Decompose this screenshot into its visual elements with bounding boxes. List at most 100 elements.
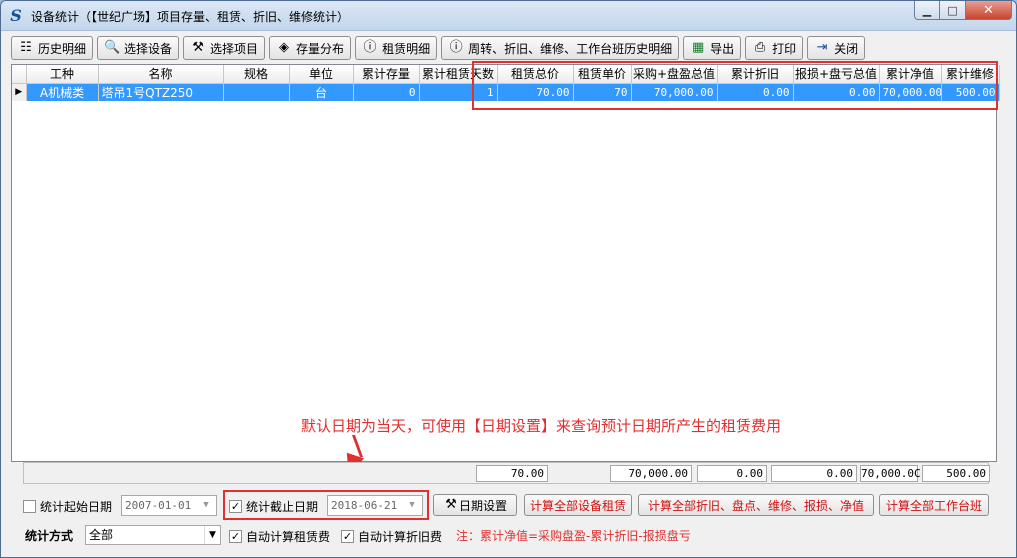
turnover-history-label: 周转、折旧、维修、工作台班历史明细 <box>468 41 673 56</box>
column-header[interactable]: 规格 <box>223 65 290 84</box>
table-cell[interactable]: 0.00 <box>793 83 880 101</box>
column-header[interactable]: 累计维修 <box>941 65 1000 84</box>
checkbox-unchecked-icon <box>23 500 36 513</box>
select-project-label: 选择项目 <box>210 41 259 56</box>
window-title: 设备统计（【世纪广场】项目存量、租赁、折旧、维修统计） <box>31 10 350 24</box>
chevron-down-icon: ▼ <box>204 526 220 544</box>
table-header-row: 工种 名称 规格 单位 累计存量 累计租赁天数 租赁总价 租赁单价 采购+盘盈总… <box>12 65 1000 84</box>
table-cell[interactable]: 0.00 <box>717 83 794 101</box>
auto-rent-label: 自动计算租赁费 <box>246 530 331 544</box>
column-header[interactable]: 租赁单价 <box>573 65 632 84</box>
total-repair: 500.00 <box>922 465 990 482</box>
total-loss: 0.00 <box>771 465 857 482</box>
stat-mode-select[interactable]: 全部 ▼ <box>85 525 221 545</box>
total-rent: 70.00 <box>476 465 548 482</box>
stat-mode-value: 全部 <box>89 528 114 542</box>
calendar-dropdown-icon[interactable]: ▼ <box>403 497 421 514</box>
table-cell[interactable]: 1 <box>419 83 498 101</box>
table-cell[interactable]: 0 <box>353 83 420 101</box>
checkbox-checked-icon: ✓ <box>341 530 354 543</box>
calendar-dropdown-icon[interactable]: ▼ <box>197 497 215 514</box>
column-header[interactable]: 累计净值 <box>879 65 942 84</box>
toolbar: ☷ 历史明细 🔍 选择设备 ⚒ 选择项目 ◈ 存量分布 ⓘ 租赁明细 ⓘ 周转、… <box>11 36 866 60</box>
table-cell[interactable]: A机械类 <box>26 83 99 101</box>
column-header[interactable]: 名称 <box>98 65 224 84</box>
checkbox-checked-icon: ✓ <box>229 530 242 543</box>
export-label: 导出 <box>710 41 735 56</box>
auto-rent-checkbox[interactable]: ✓ 自动计算租赁费 <box>229 528 330 545</box>
checkbox-checked-icon: ✓ <box>229 500 242 513</box>
options-row: 统计方式 全部 ▼ ✓ 自动计算租赁费 ✓ 自动计算折旧费 注：累计净值=采购盘… <box>21 524 1001 546</box>
table-cell[interactable]: 70 <box>573 83 632 101</box>
calc-depreciation-button[interactable]: 计算全部折旧、盘点、维修、报损、净值 <box>638 494 874 516</box>
column-header[interactable]: 累计存量 <box>353 65 420 84</box>
row-indicator-icon: ▶ <box>12 83 27 101</box>
table-cell[interactable] <box>223 83 290 101</box>
end-date-field[interactable]: 2018-06-21 ▼ <box>327 495 423 516</box>
tools-icon: ⚒ <box>192 40 204 55</box>
column-header[interactable]: 采购+盘盈总值 <box>631 65 718 84</box>
excel-icon: ▦ <box>691 40 705 55</box>
history-icon: ☷ <box>20 40 32 55</box>
column-header[interactable]: 租赁总价 <box>497 65 574 84</box>
table-row[interactable]: ▶ A机械类 塔吊1号QTZ250 台 0 1 70.00 70 70,000.… <box>12 83 1000 101</box>
close-label: 关闭 <box>834 41 859 56</box>
net-value-note: 注：累计净值=采购盘盈-累计折旧-报损盘亏 <box>456 529 691 543</box>
select-equipment-label: 选择设备 <box>124 41 173 56</box>
table-cell[interactable]: 70,000.00 <box>631 83 718 101</box>
turnover-history-button[interactable]: ⓘ 周转、折旧、维修、工作台班历史明细 <box>441 36 680 60</box>
close-button[interactable]: ⇥ 关闭 <box>807 36 866 60</box>
column-header[interactable]: 单位 <box>289 65 354 84</box>
close-window-button[interactable]: ✕ <box>966 1 1012 20</box>
start-date-field[interactable]: 2007-01-01 ▼ <box>121 495 217 516</box>
select-equipment-button[interactable]: 🔍 选择设备 <box>97 36 180 60</box>
print-button[interactable]: ⎙ 打印 <box>745 36 804 60</box>
rental-detail-label: 租赁明细 <box>382 41 431 56</box>
app-logo-icon: S <box>10 6 22 25</box>
calendar-icon: ⚒ <box>445 497 457 512</box>
date-settings-button[interactable]: ⚒ 日期设置 <box>433 494 517 516</box>
calc-all-rent-button[interactable]: 计算全部设备租赁 <box>524 494 632 516</box>
date-settings-label: 日期设置 <box>458 498 507 513</box>
auto-depreciation-label: 自动计算折旧费 <box>358 530 443 544</box>
rental-detail-button[interactable]: ⓘ 租赁明细 <box>355 36 438 60</box>
table-cell[interactable]: 塔吊1号QTZ250 <box>98 83 224 101</box>
stat-mode-label: 统计方式 <box>25 529 74 543</box>
window-controls: ▁ □ ✕ <box>914 1 1012 21</box>
export-button[interactable]: ▦ 导出 <box>683 36 742 60</box>
total-depreciation: 0.00 <box>697 465 767 482</box>
auto-depreciation-checkbox[interactable]: ✓ 自动计算折旧费 <box>341 528 442 545</box>
table-cell[interactable]: 70.00 <box>497 83 574 101</box>
end-date-label: 统计截止日期 <box>246 500 319 514</box>
column-header[interactable]: 累计租赁天数 <box>419 65 498 84</box>
minimize-button[interactable]: ▁ <box>914 1 940 20</box>
history-detail-button[interactable]: ☷ 历史明细 <box>11 36 94 60</box>
title-bar[interactable]: S 设备统计（【世纪广场】项目存量、租赁、折旧、维修统计） ▁ □ ✕ <box>1 1 1016 31</box>
column-header[interactable]: 报损+盘亏总值 <box>793 65 880 84</box>
end-date-checkbox[interactable]: ✓ 统计截止日期 <box>229 498 318 515</box>
calc-work-shift-button[interactable]: 计算全部工作台班 <box>879 494 989 516</box>
data-grid[interactable]: 工种 名称 规格 单位 累计存量 累计租赁天数 租赁总价 租赁单价 采购+盘盈总… <box>11 64 1000 462</box>
info-icon: ⓘ <box>363 40 377 55</box>
column-header[interactable]: 累计折旧 <box>717 65 794 84</box>
maximize-button[interactable]: □ <box>940 1 966 20</box>
printer-icon: ⎙ <box>754 40 766 55</box>
table-cell[interactable]: 台 <box>289 83 354 101</box>
stock-distribution-label: 存量分布 <box>296 41 345 56</box>
stock-distribution-button[interactable]: ◈ 存量分布 <box>269 36 352 60</box>
distribution-icon: ◈ <box>279 40 290 55</box>
end-date-value: 2018-06-21 <box>331 499 398 512</box>
column-header[interactable]: 工种 <box>26 65 99 84</box>
exit-icon: ⇥ <box>816 40 828 55</box>
row-header-corner <box>12 65 27 84</box>
filter-row: 统计起始日期 2007-01-01 ▼ ✓ 统计截止日期 2018-06-21 … <box>21 494 1001 516</box>
total-purchase: 70,000.00 <box>610 465 692 482</box>
history-detail-label: 历史明细 <box>38 41 87 56</box>
start-date-checkbox[interactable]: 统计起始日期 <box>23 498 112 515</box>
annotation-text: 默认日期为当天，可使用【日期设置】来查询预计日期所产生的租赁费用 <box>301 417 782 435</box>
select-project-button[interactable]: ⚒ 选择项目 <box>183 36 266 60</box>
table-cell[interactable]: 70,000.00 <box>879 83 942 101</box>
totals-bar: 70.00 70,000.00 0.00 0.00 70,000.0C 500.… <box>23 462 990 484</box>
start-date-value: 2007-01-01 <box>125 499 192 512</box>
table-cell[interactable]: 500.00 <box>941 83 1000 101</box>
